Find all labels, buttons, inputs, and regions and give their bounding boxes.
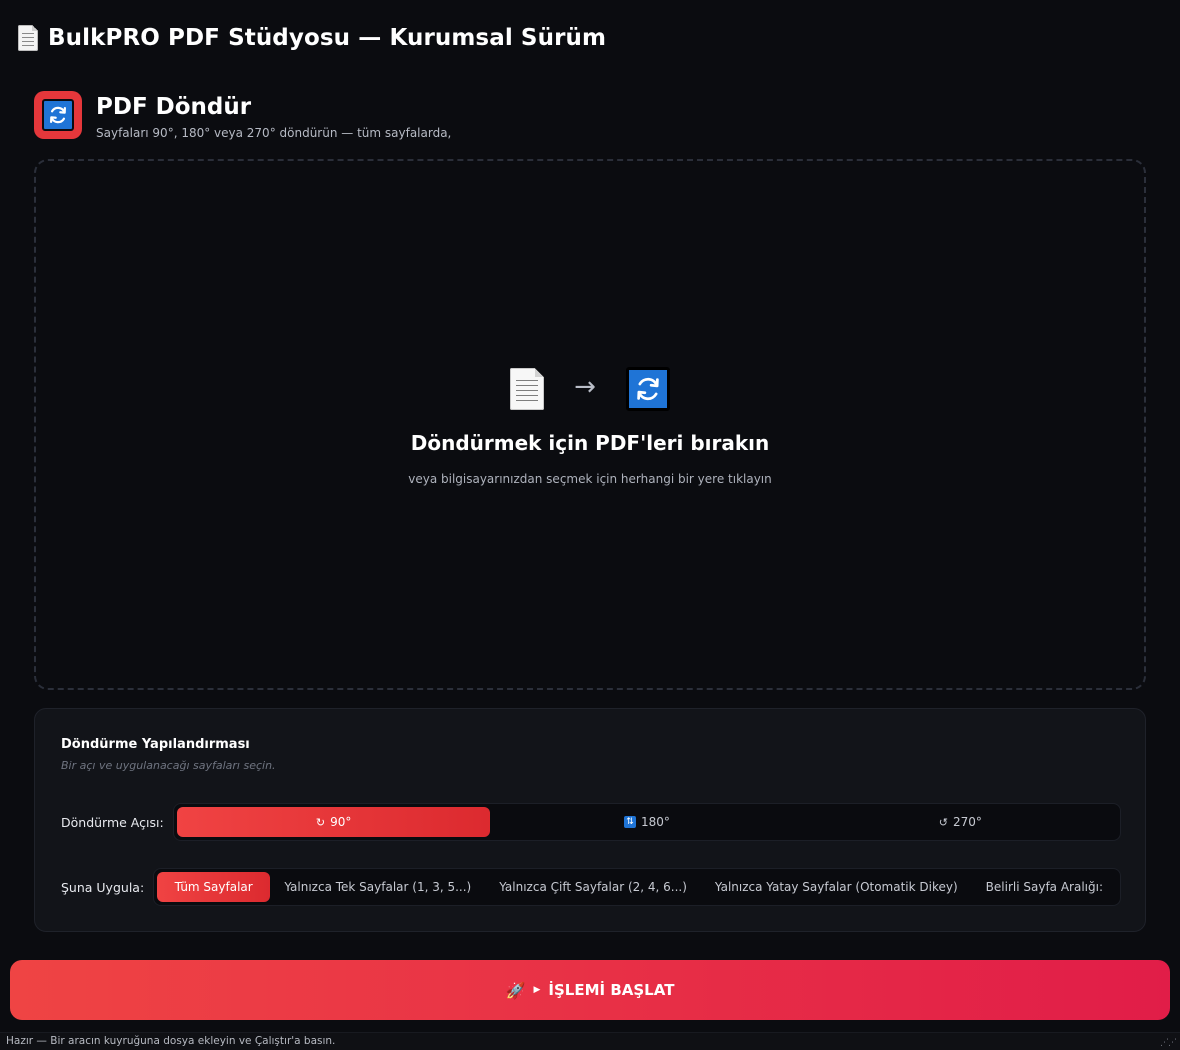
config-title: Döndürme Yapılandırması xyxy=(61,737,250,752)
angle-option-label: 180° xyxy=(641,815,670,829)
status-text: Hazır — Bir aracın kuyruğuna dosya ekley… xyxy=(6,1035,336,1047)
angle-option-270[interactable]: ↺ 270° xyxy=(804,807,1117,837)
apply-option-page-range[interactable]: Belirli Sayfa Aralığı: xyxy=(972,872,1117,902)
apply-option-all-pages[interactable]: Tüm Sayfalar xyxy=(157,872,271,902)
play-icon: ▶ xyxy=(533,985,541,995)
resize-grip-icon[interactable]: ⋰⋰ xyxy=(1160,1038,1177,1048)
dropzone-icons: → xyxy=(36,367,1144,411)
flip-icon: ⇅ xyxy=(624,816,637,828)
start-process-button[interactable]: 🚀 ▶ İŞLEMİ BAŞLAT xyxy=(10,960,1170,1020)
rocket-icon: 🚀 xyxy=(505,980,526,1000)
angle-option-label: 270° xyxy=(952,815,982,829)
start-process-label: İŞLEMİ BAŞLAT xyxy=(548,981,675,999)
tool-title: PDF Döndür xyxy=(96,94,252,120)
apply-option-odd-pages[interactable]: Yalnızca Tek Sayfalar (1, 3, 5...) xyxy=(270,872,485,902)
angle-option-label: 90° xyxy=(330,815,352,829)
pdf-dropzone[interactable]: → Döndürmek için PDF'leri bırakın veya b… xyxy=(34,159,1146,690)
config-subtitle: Bir açı ve uygulanacağı sayfaları seçin. xyxy=(61,759,276,772)
apply-option-landscape-pages[interactable]: Yalnızca Yatay Sayfalar (Otomatik Dikey) xyxy=(701,872,972,902)
rotate-cw-icon: ↻ xyxy=(315,815,326,829)
status-bar: Hazır — Bir aracın kuyruğuna dosya ekley… xyxy=(0,1032,1180,1050)
rotate-icon xyxy=(625,367,670,411)
apply-option-even-pages[interactable]: Yalnızca Çift Sayfalar (2, 4, 6...) xyxy=(485,872,701,902)
rotate-icon xyxy=(42,99,74,131)
rotate-ccw-icon: ↺ xyxy=(938,815,948,829)
apply-label: Şuna Uygula: xyxy=(61,880,145,895)
tool-subtitle: Sayfaları 90°, 180° veya 270° döndürün —… xyxy=(96,126,452,140)
app-title: BulkPRO PDF Stüdyosu — Kurumsal Sürüm xyxy=(48,25,607,51)
angle-option-90[interactable]: ↻ 90° xyxy=(177,807,491,837)
angle-label: Döndürme Açısı: xyxy=(61,815,164,830)
angle-option-180[interactable]: ⇅ 180° xyxy=(490,807,803,837)
dropzone-title: Döndürmek için PDF'leri bırakın xyxy=(410,431,770,455)
angle-selector: ↻ 90° ⇅ 180° ↺ 270° xyxy=(173,803,1121,841)
document-icon xyxy=(18,25,38,51)
pdf-document-icon xyxy=(510,368,545,410)
dropzone-subtitle: veya bilgisayarınızdan seçmek için herha… xyxy=(408,472,772,486)
apply-to-selector: Tüm Sayfalar Yalnızca Tek Sayfalar (1, 3… xyxy=(153,868,1121,906)
app-header: BulkPRO PDF Stüdyosu — Kurumsal Sürüm xyxy=(18,22,606,54)
tool-header: PDF Döndür Sayfaları 90°, 180° veya 270°… xyxy=(34,91,451,140)
tool-icon-badge xyxy=(34,91,82,139)
arrow-right-icon: → xyxy=(574,372,596,402)
rotation-config-panel: Döndürme Yapılandırması Bir açı ve uygul… xyxy=(34,708,1146,932)
